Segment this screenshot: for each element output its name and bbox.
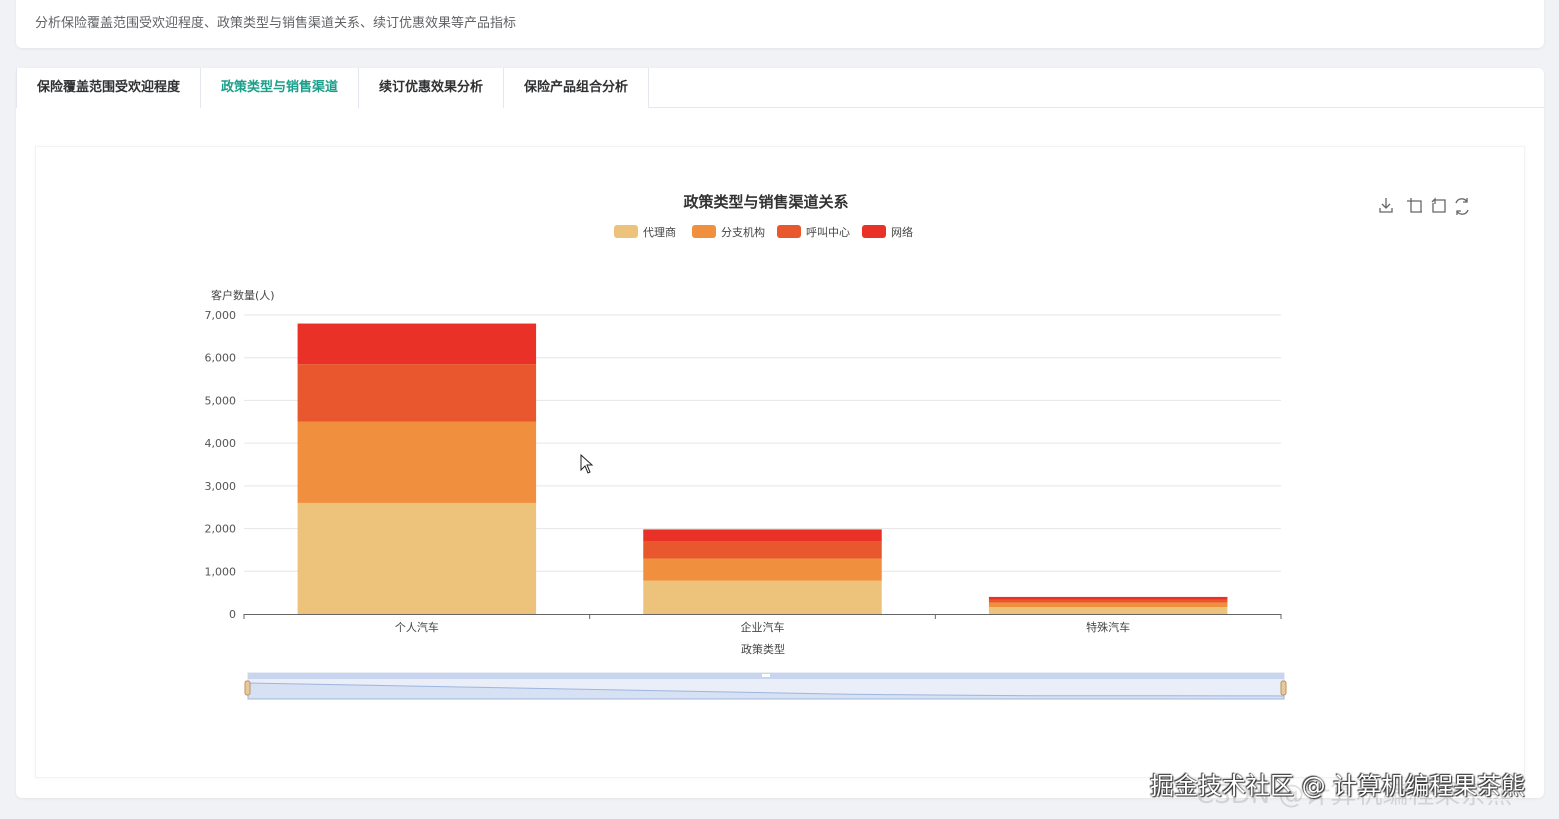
bar-segment [297,323,537,365]
download-icon[interactable] [1379,198,1393,213]
zoom-handle-right [1280,680,1287,696]
tab-coverage-popularity[interactable]: 保险覆盖范围受欢迎程度 [16,68,202,108]
tab-product-portfolio[interactable]: 保险产品组合分析 [504,68,650,108]
bar-segment [988,602,1228,608]
y-tick-label: 6,000 [205,352,237,365]
y-axis: 0 1,000 2,000 3,000 4,000 5,000 6,000 7,000 [205,309,237,621]
legend-label: 代理商 [643,225,676,239]
x-axis: 个人汽车 企业汽车 特殊汽车 [243,614,1282,634]
bar-segment [643,558,882,581]
y-axis-label: 客户数量(人) [211,288,275,302]
bar-segment [988,596,1228,600]
bar-segment [643,541,882,559]
chart-title: 政策类型与销售渠道关系 [683,193,848,211]
bar-segment [643,580,882,614]
zoom-handle-left [244,680,251,696]
bar-segment [988,599,1228,603]
bar-segment [297,364,537,422]
x-tick-label: 个人汽车 [395,620,439,634]
chart-bars [297,323,1228,614]
y-tick-label: 1,000 [205,565,237,578]
legend-swatch [692,225,716,238]
analysis-card: 保险覆盖范围受欢迎程度 政策类型与销售渠道 续订优惠效果分析 保险产品组合分析 … [16,68,1544,798]
crop-undo-icon[interactable] [1431,197,1446,213]
legend-label: 分支机构 [721,225,765,239]
legend-label: 网络 [891,225,913,239]
chart-legend: 代理商 分支机构 呼叫中心 网络 [614,225,913,239]
y-tick-label: 3,000 [205,480,237,493]
x-tick-label: 企业汽车 [741,620,785,634]
bar-segment [643,529,882,542]
tab-policy-channel[interactable]: 政策类型与销售渠道 [201,68,360,109]
mouse-cursor-icon [580,454,594,474]
tab-bar: 保险覆盖范围受欢迎程度 政策类型与销售渠道 续订优惠效果分析 保险产品组合分析 [16,68,1544,109]
chart-container: 政策类型与销售渠道关系 代理商 分支机构 呼叫中心 网络 客户数量(人) 0 1,000… [35,146,1525,778]
crop-icon[interactable] [1407,198,1422,213]
legend-label: 呼叫中心 [806,226,850,239]
y-tick-label: 5,000 [205,394,237,407]
legend-swatch [614,225,638,238]
y-tick-label: 4,000 [205,437,237,450]
refresh-icon[interactable] [1455,198,1469,215]
tab-renewal-discount[interactable]: 续订优惠效果分析 [359,68,505,108]
stacked-bar-chart: 政策类型与销售渠道关系 代理商 分支机构 呼叫中心 网络 客户数量(人) 0 1,000… [205,193,1469,700]
x-tick-label: 特殊汽车 [1086,620,1130,634]
bar-segment [297,502,537,614]
page-description: 分析保险覆盖范围受欢迎程度、政策类型与销售渠道关系、续订优惠效果等产品指标 [35,16,517,31]
legend-swatch [777,225,801,238]
data-zoom-slider[interactable] [244,672,1287,700]
bar-segment [988,607,1228,614]
watermark: 掘金技术社区 @ 计算机编程果茶熊 [1150,772,1526,800]
legend-swatch [862,225,886,238]
y-tick-label: 2,000 [205,523,237,536]
x-axis-label: 政策类型 [741,642,785,656]
y-tick-label: 7,000 [205,309,237,322]
bar-segment [297,421,537,503]
chart-toolbox [1379,197,1469,215]
description-card: 分析保险覆盖范围受欢迎程度、政策类型与销售渠道关系、续订优惠效果等产品指标 [16,0,1544,48]
y-tick-label: 0 [229,608,236,621]
zoom-move-handle [762,674,770,677]
